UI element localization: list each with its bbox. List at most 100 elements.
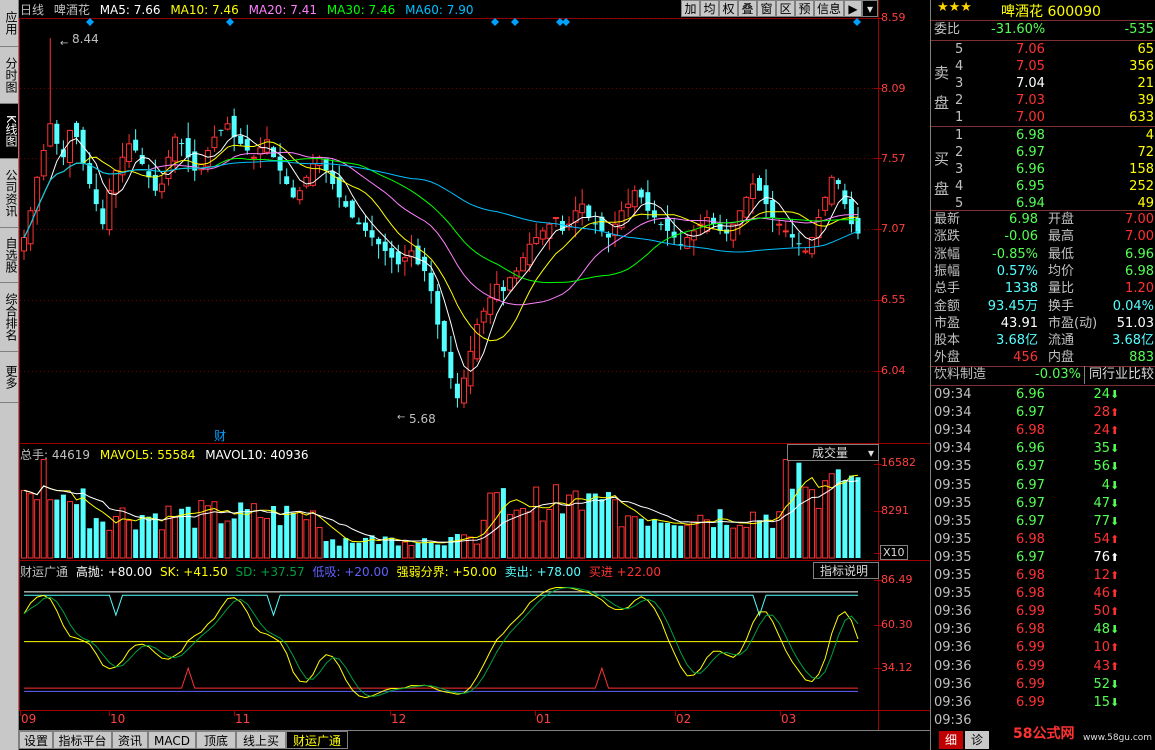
bottom-tab-settings[interactable]: 设置: [19, 731, 53, 749]
candle-body: [362, 222, 368, 231]
candle-body: [631, 190, 638, 208]
indicator-name: 财运广通: [20, 565, 69, 579]
order-price: 7.05: [1016, 59, 1045, 74]
low-pointer-icon: ←: [397, 412, 406, 423]
volume-bar: [126, 519, 133, 559]
high-price-label: 8.44: [72, 32, 99, 46]
volume-bar: [842, 480, 848, 558]
volume-bar: [586, 493, 592, 558]
tick-time: 09:35: [934, 568, 972, 583]
candle-body: [665, 217, 671, 231]
candle-body: [763, 185, 769, 205]
tick-price: 6.98: [1016, 622, 1045, 638]
volume-bar: [93, 518, 99, 558]
volume-bar: [60, 494, 66, 558]
tick-price: 6.99: [1016, 640, 1045, 656]
volume-bar: [736, 524, 743, 559]
tick-row: 09:36: [931, 712, 1155, 730]
candle-body: [770, 200, 776, 218]
candle-body: [506, 277, 513, 291]
candle-body: [66, 129, 73, 163]
tick-row: 09:35 6.97 76 ⬆: [931, 549, 1155, 567]
tick-volume: 48: [1093, 622, 1110, 638]
buy-order-row: 1 6.98 4: [931, 127, 1155, 145]
tick-time: 09:35: [934, 586, 972, 602]
bottom-tab-online-buy[interactable]: 线上买: [236, 731, 286, 749]
candle-body: [401, 257, 408, 262]
candle-body: [284, 176, 290, 185]
buy-order-row: 2 6.97 72: [931, 144, 1155, 162]
stat-label: 市盈(动): [1048, 315, 1098, 331]
tick-price: 6.96: [1016, 387, 1045, 402]
order-price: 7.00: [1016, 110, 1045, 125]
bottom-tab-top-bottom[interactable]: 顶底: [196, 731, 236, 749]
candle-body: [369, 230, 375, 238]
candle-body: [179, 143, 185, 145]
industry-name[interactable]: 饮料制造: [934, 366, 986, 384]
tick-price: 6.97: [1016, 477, 1045, 493]
candle-body: [802, 250, 809, 253]
volume-bar: [172, 516, 179, 559]
bottom-tab-indicator-platform[interactable]: 指标平台: [53, 731, 112, 749]
volume-bar: [743, 526, 750, 559]
tab-diagnose[interactable]: 诊: [965, 731, 989, 749]
stat-label: 量比: [1048, 281, 1075, 297]
arrow-up-icon: ⬆: [1110, 605, 1120, 619]
volume-bar: [54, 499, 60, 558]
candle-body: [789, 234, 795, 238]
weibi-value: -31.60%: [991, 22, 1046, 37]
volume-unit: X10: [880, 545, 908, 560]
volume-selector[interactable]: 成交量 ▾: [787, 444, 879, 461]
stat-label: 最新: [934, 212, 961, 227]
volume-bar: [133, 529, 139, 558]
x-axis-label: 12: [391, 712, 407, 726]
candle-body: [244, 139, 250, 151]
volume-bar: [448, 537, 454, 558]
tick-volume: 76: [1093, 549, 1110, 565]
x-axis-label: 10: [110, 712, 126, 726]
candle-body: [658, 224, 664, 226]
candle-body: [100, 208, 106, 225]
tab-detail[interactable]: 细: [939, 731, 963, 749]
tick-time: 09:34: [934, 387, 972, 402]
volume-bar: [356, 542, 362, 558]
order-level: 2: [955, 145, 964, 160]
arrow-up-icon: ⬆: [1110, 659, 1120, 673]
candle-body: [389, 248, 395, 258]
candle-body: [454, 383, 460, 399]
signal-diamond-icon: [511, 18, 519, 26]
bottom-tab-caiyun[interactable]: 财运广通: [286, 731, 348, 749]
candle-body: [835, 180, 841, 185]
candle-body: [224, 123, 231, 130]
candle-body: [848, 199, 854, 225]
volume-bar: [316, 527, 323, 559]
volume-bar: [119, 507, 126, 559]
indicator-help-button[interactable]: 指标说明: [813, 562, 879, 579]
candle-body: [422, 256, 428, 272]
industry-compare-button[interactable]: 同行业比较: [1084, 366, 1155, 384]
candle-body: [625, 203, 632, 208]
bottom-tab-news[interactable]: 资讯: [112, 731, 148, 749]
tick-volume: 15: [1093, 694, 1110, 710]
finance-marker[interactable]: 财: [214, 427, 226, 444]
order-price: 7.06: [1016, 42, 1045, 57]
indicator-dixi: 低吸: +20.00: [312, 565, 389, 579]
x-axis-label: 11: [235, 712, 251, 726]
candle-body: [330, 171, 336, 185]
order-level: 4: [955, 179, 964, 194]
arrow-down-icon: ⬇: [1110, 496, 1120, 510]
volume-bar: [533, 486, 540, 559]
x-axis-label: 01: [536, 712, 552, 726]
tick-time: 09:34: [934, 423, 972, 439]
volume-bar: [415, 542, 421, 558]
order-level: 3: [955, 162, 964, 177]
candle-body: [172, 136, 179, 162]
candle-body: [500, 286, 506, 292]
order-volume: 252: [1129, 179, 1154, 194]
candle-body: [106, 190, 113, 231]
volume-bar: [665, 522, 671, 558]
bottom-tab-macd[interactable]: MACD: [148, 731, 196, 749]
volume-bar: [21, 489, 27, 559]
candle-body: [126, 143, 133, 162]
volume-bar: [158, 529, 165, 559]
